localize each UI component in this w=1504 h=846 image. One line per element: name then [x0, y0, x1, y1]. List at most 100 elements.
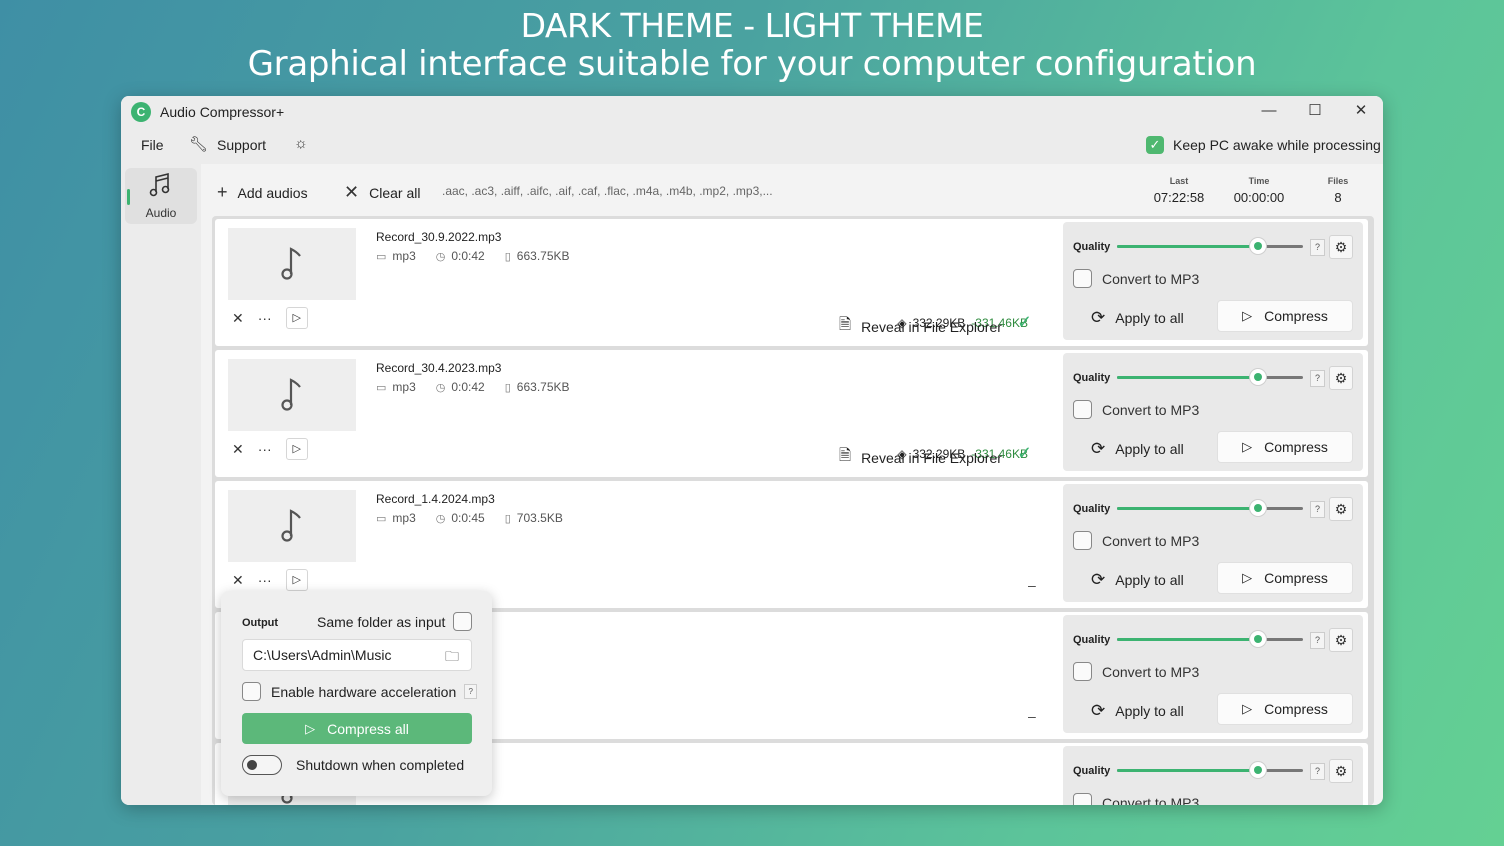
compress-button[interactable]: ▷ Compress	[1217, 431, 1353, 463]
compress-all-button[interactable]: ▷ Compress all	[242, 713, 472, 744]
convert-mp3-checkbox[interactable]: Convert to MP3	[1073, 531, 1199, 550]
file-meta: ▭ mp3 ◷ 0:0:42 ▯ 663.75KB	[376, 249, 590, 263]
quality-slider[interactable]	[1117, 762, 1303, 778]
minimize-button[interactable]: —	[1246, 96, 1292, 128]
nav-item-audio[interactable]: Audio	[125, 168, 197, 224]
shutdown-toggle[interactable]: Shutdown when completed	[242, 755, 464, 775]
convert-mp3-box[interactable]	[1073, 531, 1092, 550]
theme-toggle-icon[interactable]: ☼	[294, 135, 308, 152]
keep-awake-label: Keep PC awake while processing	[1173, 137, 1381, 153]
hw-accel-checkbox[interactable]: Enable hardware acceleration ?	[242, 682, 478, 701]
clear-all-label: Clear all	[369, 184, 421, 201]
toggle-switch[interactable]	[242, 755, 282, 775]
play-icon[interactable]: ▷	[285, 307, 308, 329]
help-icon[interactable]: ?	[1310, 501, 1325, 518]
apply-to-all-button[interactable]: ⟳ Apply to all	[1091, 439, 1184, 459]
remove-icon[interactable]: ✕	[232, 310, 244, 327]
file-format: mp3	[392, 511, 416, 525]
more-icon[interactable]: ···	[258, 572, 272, 588]
compress-button[interactable]: ▷ Compress	[1217, 562, 1353, 594]
hw-accel-box[interactable]	[242, 682, 261, 701]
gear-icon[interactable]: ⚙	[1329, 628, 1353, 652]
more-icon[interactable]: ···	[258, 441, 272, 457]
add-audios-button[interactable]: + Add audios	[217, 182, 308, 203]
convert-mp3-box[interactable]	[1073, 400, 1092, 419]
file-meta: ▭ mp3 ◷ 0:0:45 ▯ 703.5KB	[376, 511, 583, 525]
title-bar: C Audio Compressor+ — ☐ ✕	[121, 96, 1383, 128]
stat-time: Time 00:00:00	[1233, 176, 1285, 205]
file-icon: ▯	[504, 250, 511, 263]
convert-mp3-checkbox[interactable]: Convert to MP3	[1073, 662, 1199, 681]
sync-icon: ⟳	[1091, 570, 1106, 589]
keep-awake-checkbox[interactable]: ✓ Keep PC awake while processing	[1146, 136, 1381, 154]
remove-icon[interactable]: ✕	[232, 572, 244, 589]
close-button[interactable]: ✕	[1338, 96, 1383, 128]
slider-thumb[interactable]	[1250, 238, 1267, 254]
apply-to-all-button[interactable]: ⟳ Apply to all	[1091, 570, 1184, 590]
slider-thumb[interactable]	[1250, 369, 1267, 385]
reveal-in-explorer-button[interactable]: 🗎 Reveal in File Explorer	[839, 314, 1002, 339]
apply-to-all-button[interactable]: ⟳ Apply to all	[1091, 701, 1184, 721]
compress-button[interactable]: ▷ Compress	[1217, 693, 1353, 725]
reveal-file-icon: 🗎	[839, 316, 852, 333]
file-name: Record_30.4.2023.mp3	[376, 361, 502, 375]
same-folder-box[interactable]	[453, 612, 473, 631]
reveal-label: Reveal in File Explorer	[861, 318, 1002, 335]
file-card: Record_30.9.2022.mp3 ▭ mp3 ◷ 0:0:42 ▯ 663.75KB…	[215, 219, 1368, 346]
browse-folder-icon[interactable]: 🗀	[445, 646, 459, 670]
menu-support[interactable]: Support	[217, 137, 266, 153]
help-icon[interactable]: ?	[1310, 632, 1325, 649]
file-name: Record_1.4.2024.mp3	[376, 492, 495, 506]
gear-icon[interactable]: ⚙	[1329, 497, 1353, 521]
convert-mp3-box[interactable]	[1073, 269, 1092, 288]
quality-panel: Quality ? ⚙ Convert to MP3 ⟳ Apply to all…	[1063, 484, 1363, 602]
convert-mp3-box[interactable]	[1073, 793, 1092, 805]
compress-label: Compress	[1264, 570, 1328, 586]
gear-icon[interactable]: ⚙	[1329, 235, 1353, 259]
output-label: Output	[242, 617, 279, 629]
play-icon: ▷	[1242, 570, 1253, 585]
compress-label: Compress	[1264, 308, 1328, 324]
gear-icon[interactable]: ⚙	[1329, 366, 1353, 390]
remove-icon[interactable]: ✕	[232, 441, 244, 458]
file-duration: 0:0:45	[451, 511, 485, 525]
file-card: Record_30.4.2023.mp3 ▭ mp3 ◷ 0:0:42 ▯ 663.75KB…	[215, 350, 1368, 477]
add-audios-label: Add audios	[237, 184, 308, 201]
menu-file[interactable]: File	[141, 137, 164, 153]
play-icon[interactable]: ▷	[285, 438, 308, 460]
clock-icon: ◷	[435, 250, 446, 263]
compress-button[interactable]: ▷ Compress	[1217, 300, 1353, 332]
more-icon[interactable]: ···	[258, 310, 272, 326]
slider-thumb[interactable]	[1250, 500, 1267, 516]
help-icon[interactable]: ?	[1310, 370, 1325, 387]
file-card: Record_1.4.2024.mp3 ▭ mp3 ◷ 0:0:45 ▯ 703.5KB ✕…	[215, 481, 1368, 608]
output-path-field[interactable]: C:\Users\Admin\Music 🗀	[242, 639, 472, 671]
audio-thumbnail	[228, 359, 356, 431]
help-icon[interactable]: ?	[464, 684, 478, 699]
menu-bar: File 🔧︎ Support ☼ ✓ Keep PC awake while …	[121, 128, 1383, 164]
clear-all-button[interactable]: ✕ Clear all	[344, 182, 420, 203]
slider-thumb[interactable]	[1250, 762, 1267, 778]
convert-mp3-checkbox[interactable]: Convert to MP3	[1073, 269, 1199, 288]
convert-mp3-checkbox[interactable]: Convert to MP3	[1073, 400, 1199, 419]
same-folder-checkbox[interactable]: Same folder as input	[317, 612, 473, 631]
convert-label: Convert to MP3	[1102, 270, 1200, 287]
quality-slider[interactable]	[1117, 369, 1303, 385]
gear-icon[interactable]: ⚙	[1329, 759, 1353, 783]
quality-slider[interactable]	[1117, 500, 1303, 516]
help-icon[interactable]: ?	[1310, 763, 1325, 780]
convert-mp3-checkbox[interactable]: Convert to MP3	[1073, 793, 1199, 805]
toolbar: + Add audios ✕ Clear all .aac, .ac3, .ai…	[203, 164, 1383, 216]
apply-to-all-button[interactable]: ⟳ Apply to all	[1091, 308, 1184, 328]
music-note-icon	[125, 172, 197, 203]
video-icon: ▭	[376, 512, 387, 525]
maximize-button[interactable]: ☐	[1292, 96, 1338, 128]
quality-slider[interactable]	[1117, 238, 1303, 254]
quality-panel: Quality ? ⚙ Convert to MP3 ⟳ Apply to all…	[1063, 353, 1363, 471]
reveal-in-explorer-button[interactable]: 🗎 Reveal in File Explorer	[839, 445, 1002, 470]
play-icon[interactable]: ▷	[285, 569, 308, 591]
convert-mp3-box[interactable]	[1073, 662, 1092, 681]
help-icon[interactable]: ?	[1310, 239, 1325, 256]
quality-slider[interactable]	[1117, 631, 1303, 647]
slider-thumb[interactable]	[1250, 631, 1267, 647]
